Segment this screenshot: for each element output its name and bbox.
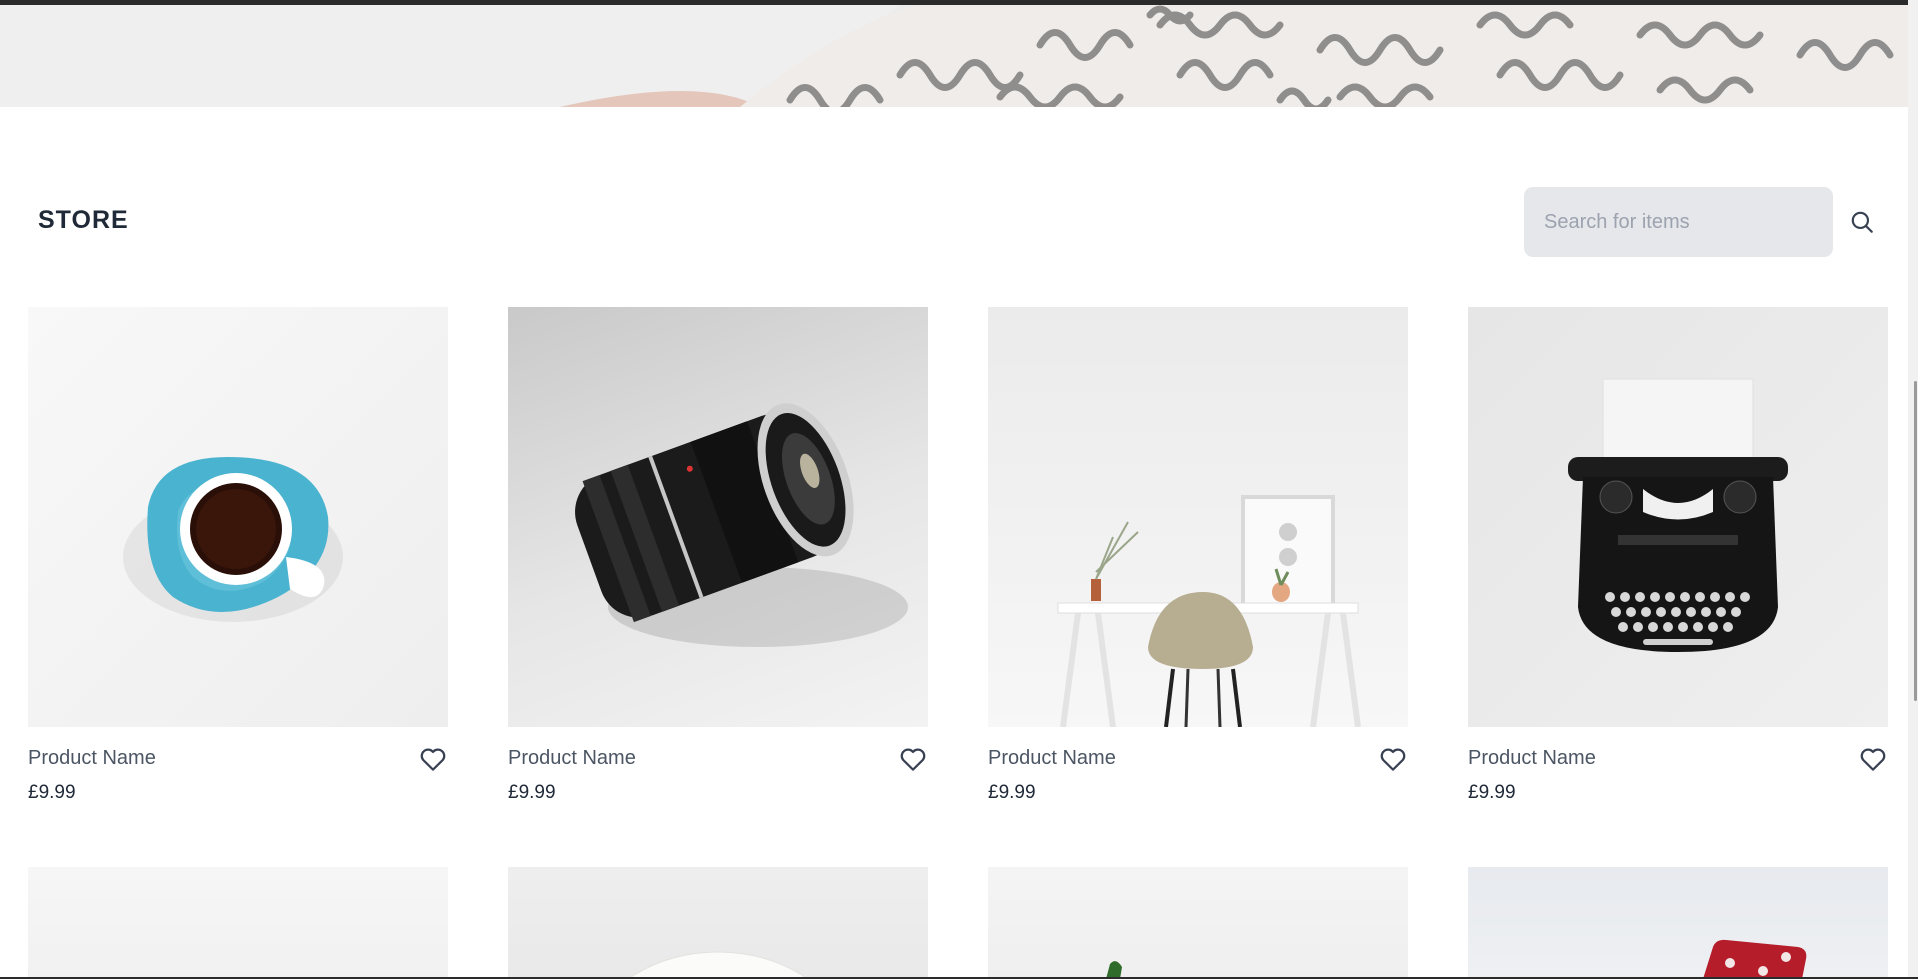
heart-icon	[900, 748, 926, 771]
product-price: £9.99	[988, 782, 1036, 803]
product-name[interactable]: Product Name	[988, 747, 1116, 770]
product-price: £9.99	[508, 782, 556, 803]
store-heading: STORE	[38, 206, 129, 234]
product-card[interactable]	[1468, 867, 1888, 979]
scrollbar[interactable]	[1908, 0, 1918, 979]
product-card[interactable]: Product Name £9.99	[1468, 307, 1888, 803]
product-card[interactable]	[988, 867, 1408, 979]
favorite-button[interactable]	[898, 744, 928, 774]
product-card[interactable]	[508, 867, 928, 979]
product-image-desk-chair[interactable]	[988, 307, 1408, 727]
product-card[interactable]: Product Name £9.99	[508, 307, 928, 803]
heart-icon	[420, 748, 446, 771]
product-image-white-mug[interactable]	[508, 867, 928, 979]
heart-icon	[1860, 748, 1886, 771]
scrollbar-thumb[interactable]	[1914, 381, 1917, 701]
product-image-white-object[interactable]	[28, 867, 448, 979]
search-input[interactable]	[1524, 187, 1833, 257]
favorite-button[interactable]	[1858, 744, 1888, 774]
product-image-camera-lens[interactable]	[508, 307, 928, 727]
product-card[interactable]	[28, 867, 448, 979]
product-card[interactable]: Product Name £9.99	[988, 307, 1408, 803]
product-image-typewriter[interactable]	[1468, 307, 1888, 727]
favorite-button[interactable]	[418, 744, 448, 774]
product-image-green-plant[interactable]	[988, 867, 1408, 979]
heart-icon	[1380, 748, 1406, 771]
search-icon	[1851, 211, 1873, 233]
product-price: £9.99	[1468, 782, 1516, 803]
hero-banner	[0, 5, 1918, 107]
product-image-red-dice[interactable]	[1468, 867, 1888, 979]
search-button[interactable]	[1846, 206, 1878, 238]
product-price: £9.99	[28, 782, 76, 803]
product-name[interactable]: Product Name	[1468, 747, 1596, 770]
product-card[interactable]: Product Name £9.99	[28, 307, 448, 803]
product-name[interactable]: Product Name	[508, 747, 636, 770]
product-name[interactable]: Product Name	[28, 747, 156, 770]
favorite-button[interactable]	[1378, 744, 1408, 774]
product-image-coffee-cup[interactable]	[28, 307, 448, 727]
